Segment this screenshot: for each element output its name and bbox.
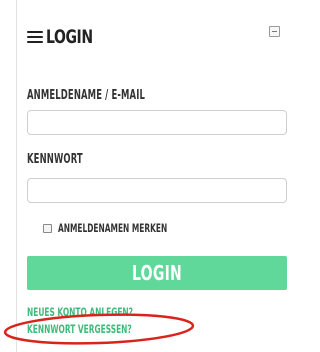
username-label: ANMELDENAME / E-MAIL [27,88,145,103]
remember-checkbox[interactable] [43,223,52,233]
username-input[interactable] [27,110,287,135]
minimize-icon[interactable] [269,26,280,37]
login-button-label: LOGIN [132,261,182,285]
login-button[interactable]: LOGIN [27,256,287,290]
hamburger-menu-icon[interactable] [27,31,43,43]
login-header: LOGIN [27,22,267,52]
password-input[interactable] [27,178,287,203]
new-account-link[interactable]: NEUES KONTO ANLEGEN? [27,305,133,319]
login-panel: LOGIN ANMELDENAME / E-MAIL KENNWORT ANME… [16,0,287,352]
password-label: KENNWORT [27,152,83,167]
remember-row: ANMELDENAMEN MERKEN [43,221,210,235]
forgot-password-link[interactable]: KENNWORT VERGESSEN? [27,322,132,336]
remember-label: ANMELDENAMEN MERKEN [58,221,168,235]
panel-title: LOGIN [46,26,93,48]
